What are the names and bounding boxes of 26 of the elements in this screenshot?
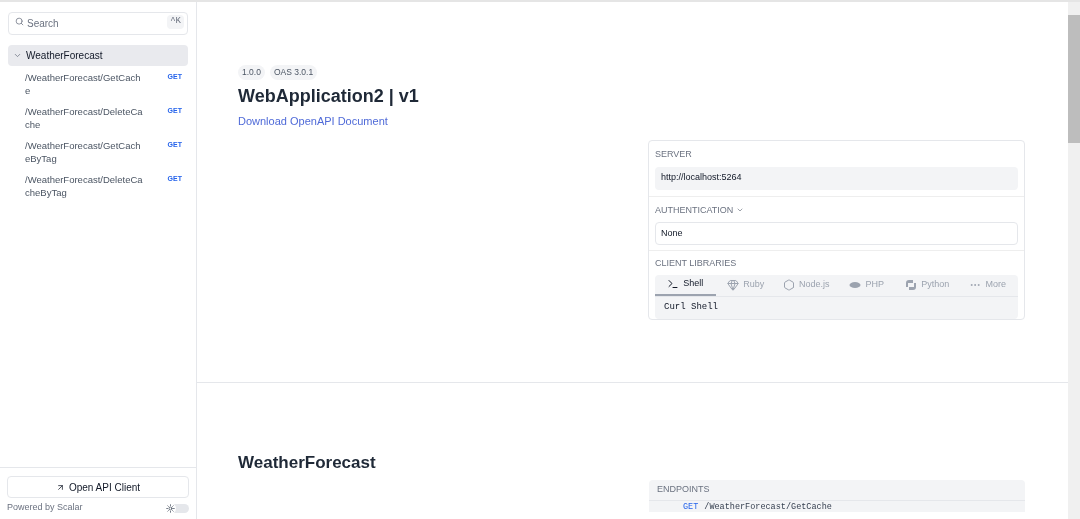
open-api-client-button[interactable]: Open API Client <box>7 476 189 498</box>
version-badge: OAS 3.0.1 <box>269 65 318 80</box>
sidebar-group[interactable]: WeatherForecast <box>8 45 188 66</box>
section-title: WeatherForecast <box>238 452 377 474</box>
chevron-icon <box>13 51 22 60</box>
arrow-icon <box>55 482 65 492</box>
server-field[interactable]: http://localhost:5264 <box>655 166 1018 190</box>
endpoint-row[interactable]: GET /WeatherForecast/GetCache <box>649 500 1025 512</box>
section-label: CLIENT LIBRARIES <box>655 257 738 270</box>
download-link[interactable]: Download OpenAPI Document <box>238 112 388 130</box>
shortcut-key: ^K <box>167 15 184 29</box>
language-tab[interactable]: Shell <box>655 274 716 296</box>
api-title: WebApplication2 | v1 <box>238 84 420 108</box>
version-badge: 1.0.0 <box>238 65 265 80</box>
hexagon-icon <box>783 279 795 291</box>
search-icon <box>15 17 24 26</box>
code-snippet: Curl Shell <box>664 300 718 314</box>
authentication-field[interactable]: None <box>655 222 1018 245</box>
gem-icon <box>727 279 740 291</box>
footer-text: Powered by Scalar <box>7 501 83 515</box>
sun-icon <box>166 503 175 513</box>
section-label: SERVER <box>655 148 693 161</box>
authentication-dropdown[interactable]: AUTHENTICATION <box>655 203 1018 217</box>
terminal-icon <box>667 278 680 290</box>
section-label: ENDPOINTS <box>649 480 1025 501</box>
theme-toggle[interactable] <box>167 503 189 513</box>
